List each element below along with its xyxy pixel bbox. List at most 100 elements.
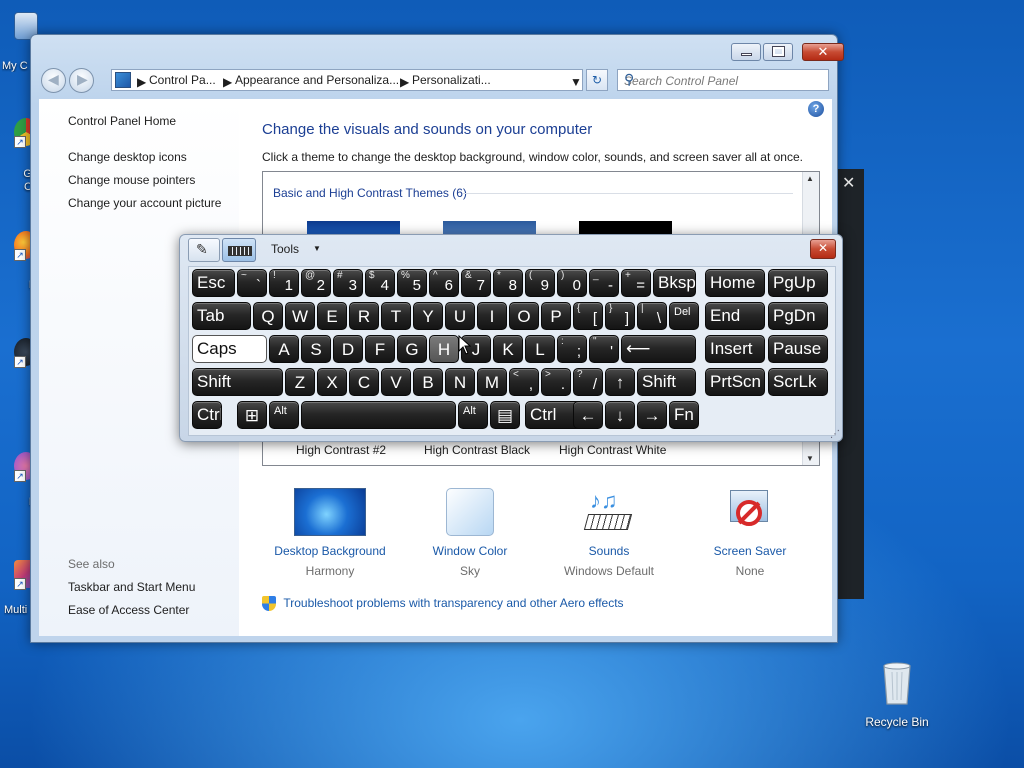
key-symbol[interactable]: {[ bbox=[573, 302, 603, 330]
left-pane-link[interactable]: Change desktop icons bbox=[68, 150, 187, 164]
key-alt[interactable]: Alt bbox=[458, 401, 488, 429]
key-insert[interactable]: Insert bbox=[705, 335, 765, 363]
minimize-button[interactable] bbox=[731, 43, 761, 61]
key-a[interactable]: A bbox=[269, 335, 299, 363]
key-3[interactable]: #3 bbox=[333, 269, 363, 297]
key-pause[interactable]: Pause bbox=[768, 335, 828, 363]
search-icon[interactable]: ⚲ bbox=[624, 71, 824, 88]
key-del[interactable]: Del bbox=[669, 302, 699, 330]
key-2[interactable]: @2 bbox=[301, 269, 331, 297]
key-r[interactable]: R bbox=[349, 302, 379, 330]
back-button[interactable]: ◀ bbox=[41, 68, 66, 93]
see-also-link[interactable]: Taskbar and Start Menu bbox=[68, 580, 195, 594]
screen-saver-item[interactable]: Screen Saver None bbox=[690, 488, 810, 578]
key-symbol[interactable]: <, bbox=[509, 368, 539, 396]
key-symbol[interactable]: ~ ` bbox=[237, 269, 267, 297]
key-y[interactable]: Y bbox=[413, 302, 443, 330]
address-bar[interactable]: ▶ Control Pa... ▶ Appearance and Persona… bbox=[111, 69, 583, 91]
key-esc[interactable]: Esc bbox=[192, 269, 235, 297]
key-g[interactable]: G bbox=[397, 335, 427, 363]
theme-name[interactable]: High Contrast Black bbox=[424, 443, 530, 457]
theme-thumbnail[interactable] bbox=[307, 221, 400, 235]
key-bksp[interactable]: Bksp bbox=[653, 269, 696, 297]
key-pgup[interactable]: PgUp bbox=[768, 269, 828, 297]
key-fn[interactable]: Fn bbox=[669, 401, 699, 429]
key-symbol[interactable]: ? / bbox=[573, 368, 603, 396]
see-also-link[interactable]: Ease of Access Center bbox=[68, 603, 189, 617]
breadcrumb-item[interactable]: Appearance and Personaliza... bbox=[235, 73, 399, 87]
left-pane-link[interactable]: Change your account picture bbox=[68, 196, 221, 210]
key-alt[interactable]: Alt bbox=[269, 401, 299, 429]
help-icon[interactable]: ? bbox=[808, 101, 824, 117]
key-8[interactable]: * 8 bbox=[493, 269, 523, 297]
refresh-button[interactable]: ↻ bbox=[586, 69, 608, 91]
control-panel-home-link[interactable]: Control Panel Home bbox=[68, 114, 176, 128]
key-9[interactable]: (9 bbox=[525, 269, 555, 297]
key-5[interactable]: % 5 bbox=[397, 269, 427, 297]
close-icon[interactable]: ✕ bbox=[842, 173, 855, 193]
key-symbol[interactable]: ⊞ bbox=[237, 401, 267, 429]
key-d[interactable]: D bbox=[333, 335, 363, 363]
key-v[interactable]: V bbox=[381, 368, 411, 396]
sounds-item[interactable]: ♪♫ Sounds Windows Default bbox=[549, 488, 669, 578]
maximize-button[interactable] bbox=[763, 43, 793, 61]
key-1[interactable]: ! 1 bbox=[269, 269, 299, 297]
key-7[interactable]: & 7 bbox=[461, 269, 491, 297]
key-symbol[interactable]: → bbox=[637, 401, 667, 429]
key-tab[interactable]: Tab bbox=[192, 302, 251, 330]
resize-grip-icon[interactable]: ⋰ bbox=[830, 429, 840, 440]
search-input[interactable]: Search Control Panel ⚲ bbox=[617, 69, 829, 91]
theme-thumbnail[interactable] bbox=[579, 221, 672, 235]
key-f[interactable]: F bbox=[365, 335, 395, 363]
key-pgdn[interactable]: PgDn bbox=[768, 302, 828, 330]
key-symbol[interactable]: :; bbox=[557, 335, 587, 363]
pen-input-button[interactable]: ✎ bbox=[188, 238, 220, 262]
window-color-item[interactable]: Window Color Sky bbox=[410, 488, 530, 578]
key-i[interactable]: I bbox=[477, 302, 507, 330]
key-q[interactable]: Q bbox=[253, 302, 283, 330]
key-symbol[interactable]: ▤ bbox=[490, 401, 520, 429]
left-pane-link[interactable]: Change mouse pointers bbox=[68, 173, 195, 187]
osk-close-button[interactable]: ✕ bbox=[810, 239, 836, 259]
key-symbol[interactable]: ⟵ bbox=[621, 335, 696, 363]
key-home[interactable]: Home bbox=[705, 269, 765, 297]
key-t[interactable]: T bbox=[381, 302, 411, 330]
key-l[interactable]: L bbox=[525, 335, 555, 363]
key-o[interactable]: O bbox=[509, 302, 539, 330]
troubleshoot-link[interactable]: Troubleshoot problems with transparency … bbox=[262, 596, 624, 612]
key-end[interactable]: End bbox=[705, 302, 765, 330]
key-h[interactable]: H bbox=[429, 335, 459, 363]
theme-thumbnail[interactable] bbox=[443, 221, 536, 235]
key-scrlk[interactable]: ScrLk bbox=[768, 368, 828, 396]
key-b[interactable]: B bbox=[413, 368, 443, 396]
scroll-down-icon[interactable]: ▼ bbox=[806, 454, 814, 463]
key-s[interactable]: S bbox=[301, 335, 331, 363]
key-z[interactable]: Z bbox=[285, 368, 315, 396]
desktop-icon-recycle-bin[interactable]: Recycle Bin bbox=[862, 660, 932, 732]
key-ctrl[interactable]: Ctrl bbox=[192, 401, 222, 429]
chevron-down-icon[interactable]: ▼ bbox=[570, 75, 582, 89]
key-caps[interactable]: Caps bbox=[192, 335, 267, 363]
key-symbol[interactable]: ← bbox=[573, 401, 603, 429]
key-symbol[interactable]: >. bbox=[541, 368, 571, 396]
key-p[interactable]: P bbox=[541, 302, 571, 330]
key-w[interactable]: W bbox=[285, 302, 315, 330]
key-symbol[interactable]: ↑ bbox=[605, 368, 635, 396]
theme-name[interactable]: High Contrast #2 bbox=[296, 443, 386, 457]
tools-menu[interactable]: Tools bbox=[271, 242, 299, 256]
key-m[interactable]: M bbox=[477, 368, 507, 396]
key-c[interactable]: C bbox=[349, 368, 379, 396]
key-shift[interactable]: Shift bbox=[637, 368, 696, 396]
key-4[interactable]: $4 bbox=[365, 269, 395, 297]
forward-button[interactable]: ▶ bbox=[69, 68, 94, 93]
breadcrumb-item[interactable]: Personalizati... bbox=[412, 73, 491, 87]
scroll-up-icon[interactable]: ▲ bbox=[806, 174, 814, 183]
key-n[interactable]: N bbox=[445, 368, 475, 396]
key-6[interactable]: ^ 6 bbox=[429, 269, 459, 297]
chevron-down-icon[interactable]: ▼ bbox=[313, 244, 321, 253]
key-space[interactable] bbox=[301, 401, 456, 429]
key-u[interactable]: U bbox=[445, 302, 475, 330]
key-x[interactable]: X bbox=[317, 368, 347, 396]
key-k[interactable]: K bbox=[493, 335, 523, 363]
key-0[interactable]: ) 0 bbox=[557, 269, 587, 297]
